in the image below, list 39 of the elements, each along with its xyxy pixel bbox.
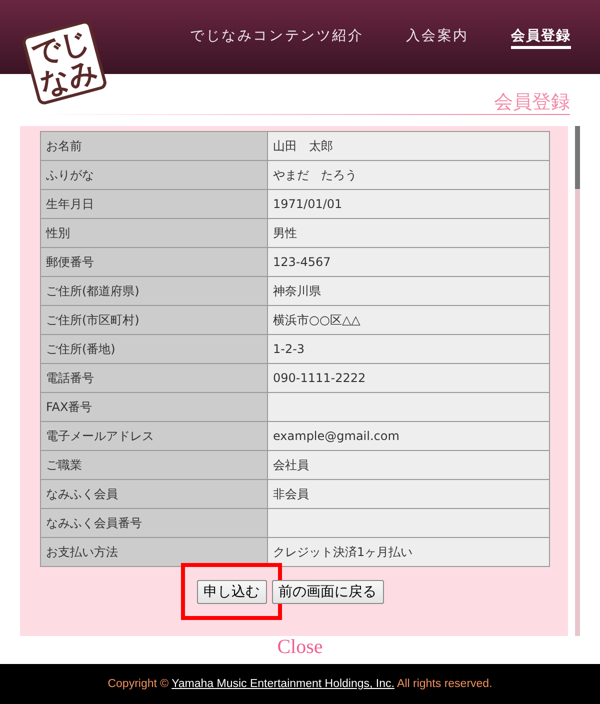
field-value: 男性 bbox=[268, 218, 550, 248]
field-value: クレジット決済1ヶ月払い bbox=[268, 538, 550, 566]
field-value: 神奈川県 bbox=[268, 276, 550, 306]
field-label: お名前 bbox=[40, 132, 268, 160]
field-value: 山田 太郎 bbox=[268, 132, 550, 160]
field-label: ふりがな bbox=[40, 160, 268, 190]
field-value: 会社員 bbox=[268, 450, 550, 480]
field-label: FAX番号 bbox=[40, 392, 268, 422]
scrollbar[interactable] bbox=[575, 126, 580, 636]
field-label: 性別 bbox=[40, 218, 268, 248]
field-label: なみふく会員 bbox=[40, 480, 268, 508]
copyright-text: Copyright © Yamaha Music Entertainment Holdings, Inc. All rights reserved. bbox=[106, 677, 494, 692]
page-heading: 会員登録 bbox=[494, 91, 570, 113]
field-value: 1-2-3 bbox=[268, 334, 550, 364]
company-link[interactable]: Yamaha Music Entertainment Holdings, Inc. bbox=[172, 678, 394, 690]
site-logo[interactable]: でじ なみ bbox=[21, 19, 108, 106]
field-value: 横浜市○○区△△ bbox=[268, 306, 550, 334]
scrollbar-thumb[interactable] bbox=[575, 126, 580, 189]
back-button[interactable]: 前の画面に戻る bbox=[272, 580, 384, 604]
submit-button[interactable]: 申し込む bbox=[196, 580, 266, 604]
field-label: ご住所(都道府県) bbox=[40, 276, 268, 306]
field-label: ご職業 bbox=[40, 450, 268, 480]
field-label: ご住所(市区町村) bbox=[40, 306, 268, 334]
field-value: example@gmail.com bbox=[268, 422, 550, 450]
field-label: 電子メールアドレス bbox=[40, 422, 268, 450]
field-label: 電話番号 bbox=[40, 364, 268, 392]
field-value: 1971/01/01 bbox=[268, 190, 550, 218]
field-label: お支払い方法 bbox=[40, 538, 268, 566]
nav-link[interactable]: 会員登録 bbox=[511, 28, 571, 49]
field-label: 郵便番号 bbox=[40, 248, 268, 276]
field-label: ご住所(番地) bbox=[40, 334, 268, 364]
field-value: 090-1111-2222 bbox=[268, 364, 550, 392]
nav-link[interactable]: 入会案内 bbox=[406, 28, 469, 49]
field-value: 123-4567 bbox=[268, 248, 550, 276]
field-label: なみふく会員番号 bbox=[40, 508, 268, 538]
field-value: やまだ たろう bbox=[268, 160, 550, 190]
nav-link[interactable]: でじなみコンテンツ紹介 bbox=[190, 28, 364, 49]
field-value: 非会員 bbox=[268, 480, 550, 508]
field-label: 生年月日 bbox=[40, 190, 268, 218]
